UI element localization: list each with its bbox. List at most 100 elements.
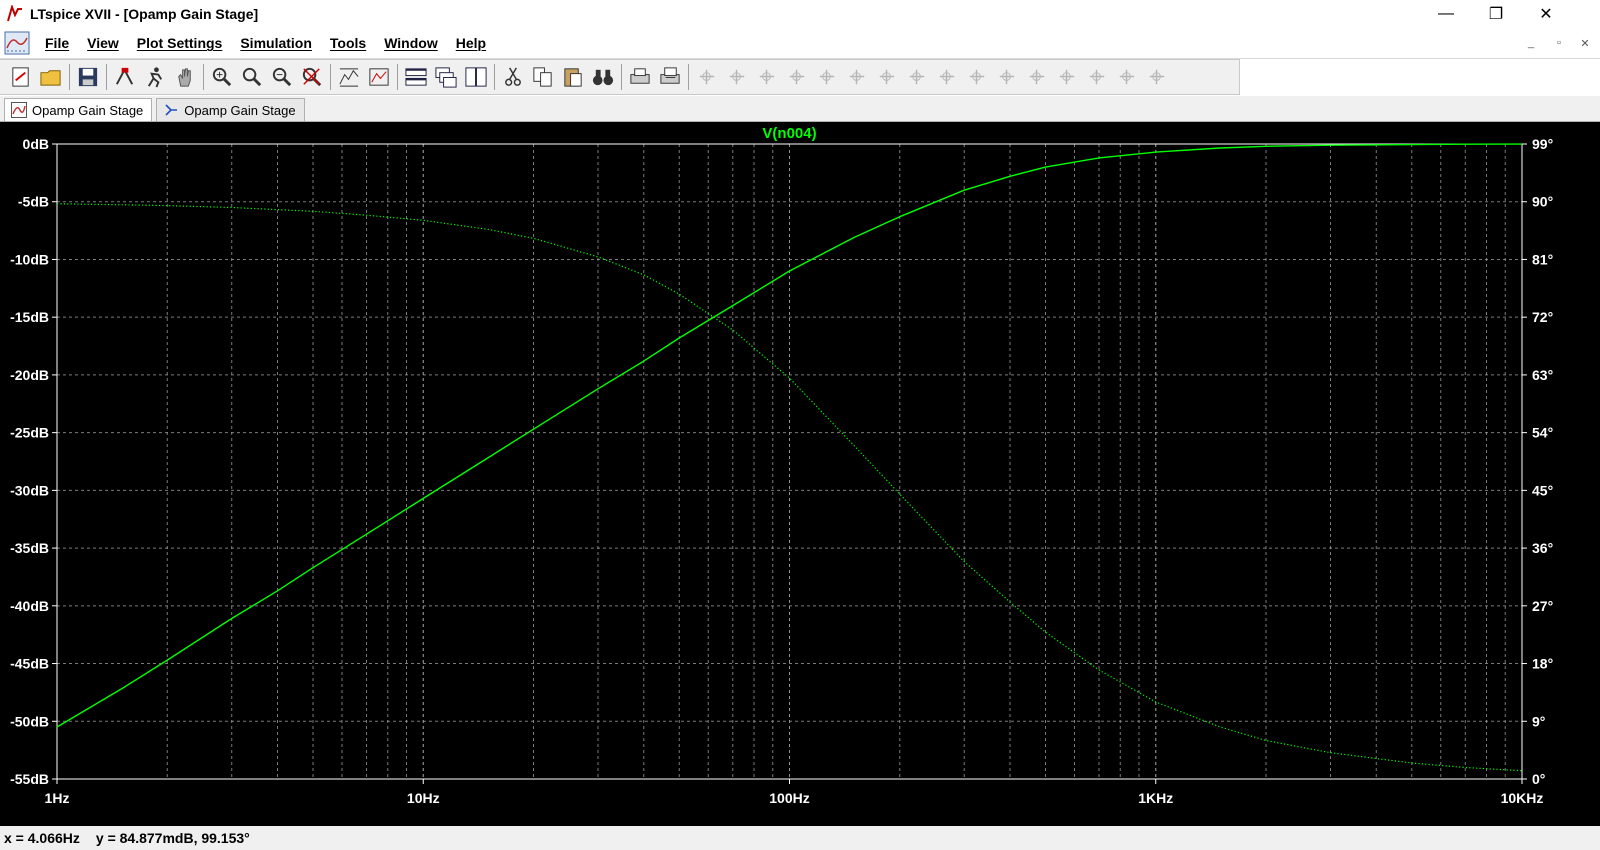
redo-button[interactable]	[1024, 64, 1050, 90]
toolbar-separator	[330, 64, 331, 90]
ground-icon	[729, 69, 745, 85]
y2-tick-label: 72°	[1532, 309, 1553, 325]
menu-plot-settings[interactable]: Plot Settings	[128, 35, 232, 51]
schematic-icon	[165, 104, 178, 116]
autorange-button[interactable]	[336, 64, 362, 90]
minimize-button[interactable]: —	[1421, 0, 1471, 28]
capacitor-button[interactable]	[814, 64, 840, 90]
status-bar: x = 4.066Hz y = 84.877mdB, 99.153°	[0, 826, 1600, 850]
y-tick-label: 0dB	[23, 136, 49, 152]
spice-directive-button[interactable]	[1144, 64, 1170, 90]
tab-schematic[interactable]: Opamp Gain Stage	[156, 98, 305, 121]
rotate-icon	[1059, 69, 1075, 85]
ground-button[interactable]	[724, 64, 750, 90]
zoom-in-button[interactable]	[239, 64, 265, 90]
menu-simulation[interactable]: Simulation	[231, 35, 321, 51]
y2-tick-label: 36°	[1532, 540, 1553, 556]
menu-view[interactable]: View	[78, 35, 128, 51]
tile-vertical-icon	[465, 67, 487, 87]
menu-window[interactable]: Window	[375, 35, 447, 51]
undo-button[interactable]	[994, 64, 1020, 90]
menu-bar: File View Plot Settings Simulation Tools…	[0, 28, 1600, 59]
menu-help[interactable]: Help	[447, 35, 495, 51]
y-tick-label: -15dB	[10, 309, 49, 325]
rotate-button[interactable]	[1054, 64, 1080, 90]
waveform-plot-pane[interactable]: 0dB -5dB -10dB -15dB -20dB -25dB -30dB -35dB -40…	[0, 122, 1600, 826]
plot-settings-button[interactable]	[366, 64, 392, 90]
mdi-minimize-button[interactable]: _	[1520, 34, 1542, 52]
drag-button[interactable]	[964, 64, 990, 90]
component-icon	[909, 69, 925, 85]
zoom-area-button[interactable]	[209, 64, 235, 90]
zoom-cancel-button[interactable]	[299, 64, 325, 90]
new-schematic-button[interactable]	[8, 64, 34, 90]
close-button[interactable]: ✕	[1521, 0, 1571, 28]
bode-plot[interactable]: 0dB -5dB -10dB -15dB -20dB -25dB -30dB -35dB -40…	[0, 122, 1600, 826]
save-button[interactable]	[75, 64, 101, 90]
y2-tick-label: 9°	[1532, 713, 1545, 729]
move-button[interactable]	[934, 64, 960, 90]
tile-vertical-button[interactable]	[463, 64, 489, 90]
wire-icon	[699, 69, 715, 85]
spice-directive-icon	[1149, 69, 1165, 85]
toolbar	[0, 59, 1240, 95]
document-tab-bar: Opamp Gain Stage Opamp Gain Stage	[0, 96, 1600, 122]
run-button[interactable]	[142, 64, 168, 90]
y-tick-label: -25dB	[10, 425, 49, 441]
window-title: LTspice XVII - [Opamp Gain Stage]	[30, 6, 259, 22]
copy-button[interactable]	[530, 64, 556, 90]
menu-tools[interactable]: Tools	[321, 35, 375, 51]
control-panel-icon	[115, 67, 134, 85]
text-icon	[1119, 69, 1135, 85]
tile-horizontal-button[interactable]	[403, 64, 429, 90]
wire-button[interactable]	[694, 64, 720, 90]
halt-button[interactable]	[172, 64, 198, 90]
cut-button[interactable]	[500, 64, 526, 90]
halt-icon	[178, 68, 191, 87]
plot-frame	[56, 143, 1523, 780]
zoom-out-button[interactable]	[269, 64, 295, 90]
restore-button[interactable]: ❐	[1471, 0, 1521, 28]
move-icon	[939, 69, 955, 85]
paste-icon	[564, 68, 582, 87]
save-icon	[78, 67, 98, 87]
print-preview-button[interactable]	[657, 64, 683, 90]
toolbar-separator	[688, 64, 689, 90]
cut-icon	[505, 67, 521, 86]
y-tick-label: -55dB	[10, 771, 49, 787]
mirror-button[interactable]	[1084, 64, 1110, 90]
find-icon	[592, 69, 614, 86]
open-button[interactable]	[38, 64, 64, 90]
y2-tick-label: 0°	[1532, 771, 1545, 787]
component-button[interactable]	[904, 64, 930, 90]
run-icon	[147, 67, 163, 88]
y-tick-label: -5dB	[18, 194, 49, 210]
waveform-icon	[11, 102, 27, 118]
y2-tick-label: 27°	[1532, 598, 1553, 614]
mirror-icon	[1089, 69, 1105, 85]
diode-button[interactable]	[874, 64, 900, 90]
cascade-button[interactable]	[433, 64, 459, 90]
menu-file[interactable]: File	[36, 35, 78, 51]
y-tick-label: -30dB	[10, 482, 49, 498]
y2-tick-label: 18°	[1532, 656, 1553, 672]
waveform-document-icon[interactable]	[4, 30, 30, 56]
inductor-button[interactable]	[844, 64, 870, 90]
print-button[interactable]	[627, 64, 653, 90]
text-button[interactable]	[1114, 64, 1140, 90]
resistor-button[interactable]	[784, 64, 810, 90]
y-tick-label: -40dB	[10, 598, 49, 614]
diode-icon	[879, 69, 895, 85]
title-bar: LTspice XVII - [Opamp Gain Stage] — ❐ ✕	[0, 0, 1600, 28]
paste-button[interactable]	[560, 64, 586, 90]
control-panel-button[interactable]	[112, 64, 138, 90]
tab-waveform[interactable]: Opamp Gain Stage	[4, 98, 153, 121]
toolbar-separator	[69, 64, 70, 90]
mdi-restore-button[interactable]: ▫	[1548, 34, 1570, 52]
zoom-area-icon	[212, 67, 232, 87]
zoom-in-icon	[242, 67, 262, 87]
mdi-close-button[interactable]: ✕	[1574, 34, 1596, 52]
find-button[interactable]	[590, 64, 616, 90]
label-button[interactable]	[754, 64, 780, 90]
y2-tick-label: 90°	[1532, 194, 1553, 210]
